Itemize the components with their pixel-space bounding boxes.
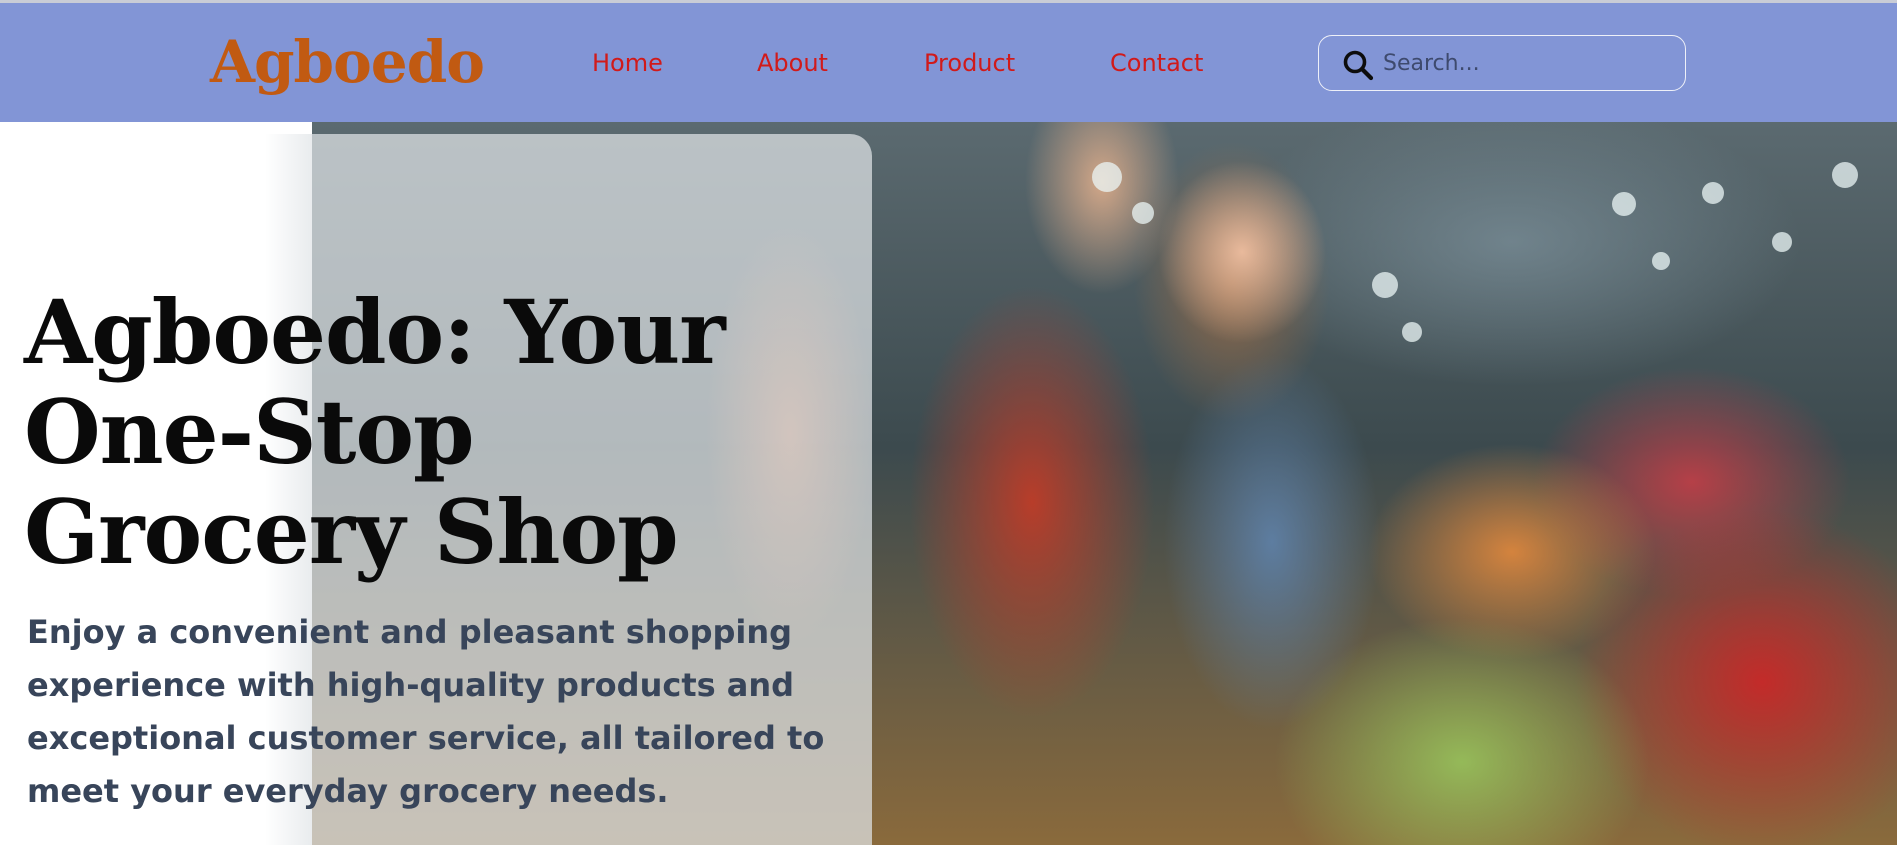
navbar: Agboedo Home About Product Contact — [0, 3, 1897, 122]
hero-title: Agboedo: Your One-Stop Grocery Shop — [24, 280, 726, 584]
search-box[interactable] — [1318, 35, 1686, 91]
nav-link-product[interactable]: Product — [924, 48, 1015, 78]
nav-link-home[interactable]: Home — [592, 48, 663, 78]
brand-logo[interactable]: Agboedo — [210, 27, 485, 97]
hero-section: Agboedo: Your One-Stop Grocery Shop Enjo… — [0, 122, 1897, 845]
hero-description: Enjoy a convenient and pleasant shopping… — [27, 613, 825, 810]
nav-link-contact[interactable]: Contact — [1110, 48, 1203, 78]
search-icon[interactable] — [1341, 48, 1375, 82]
nav-link-about[interactable]: About — [757, 48, 828, 78]
search-input[interactable] — [1381, 44, 1671, 82]
